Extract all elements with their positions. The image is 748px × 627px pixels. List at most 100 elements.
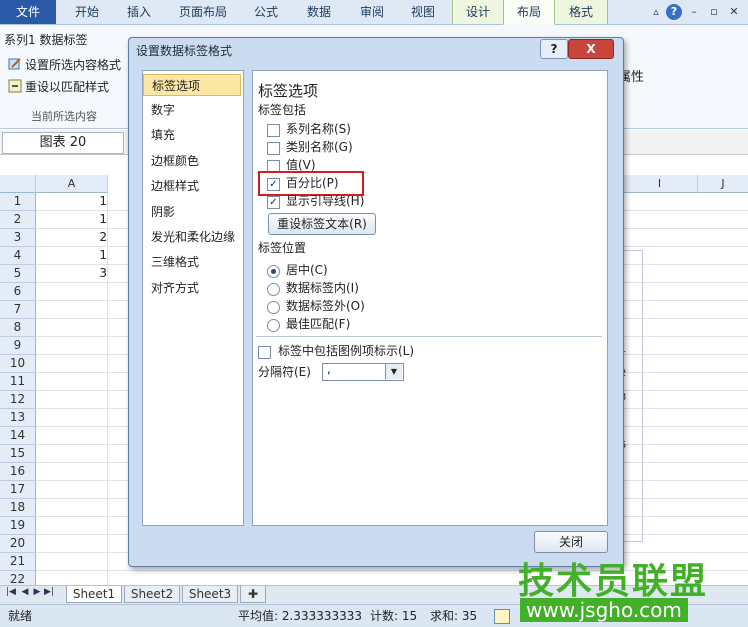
- position-inside-end-radio[interactable]: [267, 283, 280, 296]
- chart-elements-selector[interactable]: 系列1 数据标签: [4, 31, 124, 49]
- tab-file[interactable]: 文件: [0, 0, 56, 24]
- label-position-heading: 标签位置: [258, 241, 307, 255]
- position-best-fit-radio[interactable]: [267, 319, 280, 332]
- category-border-style[interactable]: 边框样式: [143, 175, 241, 197]
- sheet-tab-3[interactable]: Sheet3: [182, 586, 238, 603]
- position-inside-end-label: 数据标签内(I): [286, 281, 359, 295]
- row-header[interactable]: 2: [0, 211, 36, 229]
- tab-data[interactable]: 数据: [296, 0, 342, 24]
- cell-a[interactable]: 1: [36, 247, 107, 264]
- window-minimize-icon[interactable]: –: [686, 4, 702, 20]
- dialog-close-x-button[interactable]: X: [568, 39, 614, 59]
- status-sum: 求和: 35: [430, 609, 478, 623]
- row-header[interactable]: 5: [0, 265, 36, 283]
- row-header[interactable]: 19: [0, 517, 36, 535]
- tab-formulas[interactable]: 公式: [244, 0, 288, 24]
- row-header[interactable]: 1: [0, 193, 36, 211]
- cell-a[interactable]: 3: [36, 265, 107, 282]
- row-header[interactable]: 9: [0, 337, 36, 355]
- first-sheet-icon[interactable]: |◀: [6, 587, 16, 597]
- tab-home[interactable]: 开始: [62, 0, 112, 24]
- sheet-tab-1[interactable]: Sheet1: [66, 586, 122, 603]
- tab-layout[interactable]: 布局: [503, 0, 555, 25]
- row-header[interactable]: 8: [0, 319, 36, 337]
- watermark-logo: 技术员联盟: [518, 561, 709, 602]
- dialog-help-button[interactable]: ?: [540, 39, 568, 59]
- position-center-radio[interactable]: [267, 265, 280, 278]
- row-header[interactable]: 17: [0, 481, 36, 499]
- row-header[interactable]: 4: [0, 247, 36, 265]
- options-heading: 标签选项: [258, 82, 319, 100]
- row-header[interactable]: 6: [0, 283, 36, 301]
- row-header[interactable]: 11: [0, 373, 36, 391]
- row-header[interactable]: 16: [0, 463, 36, 481]
- row-header[interactable]: 13: [0, 409, 36, 427]
- name-box[interactable]: 图表 20: [2, 132, 124, 154]
- ribbon-tab-bar: 文件 开始 插入 页面布局 公式 数据 审阅 视图 设计 布局 格式 ▵ ? –…: [0, 0, 748, 25]
- window-restore-icon[interactable]: ▫: [706, 4, 722, 20]
- category-shadow[interactable]: 阴影: [143, 201, 241, 223]
- help-icon[interactable]: ?: [666, 4, 682, 20]
- column-header-j[interactable]: J: [698, 175, 748, 193]
- reset-style-button[interactable]: 重设以匹配样式: [8, 79, 109, 95]
- row-header[interactable]: 12: [0, 391, 36, 409]
- reset-label-text-button[interactable]: 重设标签文本(R): [268, 213, 376, 235]
- row-header[interactable]: 20: [0, 535, 36, 553]
- leader-lines-label: 显示引导线(H): [286, 194, 365, 208]
- category-number[interactable]: 数字: [143, 99, 241, 121]
- separator-label: 分隔符(E): [258, 365, 311, 379]
- column-gridline: [107, 193, 108, 589]
- chevron-down-icon[interactable]: ▼: [385, 364, 402, 379]
- sheet-tab-2[interactable]: Sheet2: [124, 586, 180, 603]
- current-selection-group-label: 当前所选内容: [31, 110, 97, 123]
- legend-key-checkbox[interactable]: [258, 346, 271, 359]
- tab-design[interactable]: 设计: [452, 0, 504, 24]
- status-count: 计数: 15: [370, 609, 418, 623]
- category-border-color[interactable]: 边框颜色: [143, 150, 241, 172]
- tab-insert[interactable]: 插入: [116, 0, 162, 24]
- tab-format[interactable]: 格式: [554, 0, 608, 24]
- last-sheet-icon[interactable]: ▶|: [44, 587, 54, 597]
- row-header[interactable]: 3: [0, 229, 36, 247]
- position-outside-end-radio[interactable]: [267, 301, 280, 314]
- leader-lines-checkbox[interactable]: ✓: [267, 196, 280, 209]
- column-header-a[interactable]: A: [36, 175, 108, 193]
- cell-a[interactable]: 2: [36, 229, 107, 246]
- select-all-corner[interactable]: [0, 175, 36, 193]
- category-name-checkbox[interactable]: [267, 142, 280, 155]
- cell-a[interactable]: 1: [36, 211, 107, 228]
- row-header[interactable]: 15: [0, 445, 36, 463]
- options-divider: [256, 336, 602, 337]
- legend-key-label: 标签中包括图例项标示(L): [278, 344, 415, 358]
- position-outside-end-label: 数据标签外(O): [286, 299, 365, 313]
- row-header[interactable]: 14: [0, 427, 36, 445]
- column-header-i[interactable]: I: [622, 175, 698, 193]
- dialog-title: 设置数据标签格式: [136, 44, 233, 58]
- prev-sheet-icon[interactable]: ◀: [20, 587, 30, 597]
- cell-a[interactable]: 1: [36, 193, 107, 210]
- normal-view-icon[interactable]: [494, 609, 510, 624]
- format-selection-button[interactable]: 设置所选内容格式: [8, 57, 121, 73]
- category-fill[interactable]: 填充: [143, 124, 241, 146]
- watermark-url: www.jsgho.com: [520, 598, 688, 622]
- new-sheet-icon[interactable]: ✚: [240, 586, 266, 603]
- row-header[interactable]: 7: [0, 301, 36, 319]
- reset-style-label: 重设以匹配样式: [25, 80, 110, 94]
- row-header[interactable]: 18: [0, 499, 36, 517]
- next-sheet-icon[interactable]: ▶: [32, 587, 42, 597]
- row-header[interactable]: 10: [0, 355, 36, 373]
- tab-review[interactable]: 审阅: [350, 0, 394, 24]
- category-alignment[interactable]: 对齐方式: [143, 277, 241, 299]
- window-close-icon[interactable]: ✕: [726, 4, 742, 20]
- position-center-label: 居中(C): [286, 263, 328, 277]
- series-name-checkbox[interactable]: [267, 124, 280, 137]
- tab-page-layout[interactable]: 页面布局: [170, 0, 236, 24]
- tab-view[interactable]: 视图: [400, 0, 446, 24]
- series-name-label: 系列名称(S): [286, 122, 351, 136]
- close-button[interactable]: 关闭: [534, 531, 608, 553]
- minimize-ribbon-icon[interactable]: ▵: [648, 4, 664, 20]
- category-glow-soft-edges[interactable]: 发光和柔化边缘: [143, 226, 241, 248]
- category-label-options[interactable]: 标签选项: [143, 74, 241, 96]
- category-3d-format[interactable]: 三维格式: [143, 251, 241, 273]
- row-header[interactable]: 21: [0, 553, 36, 571]
